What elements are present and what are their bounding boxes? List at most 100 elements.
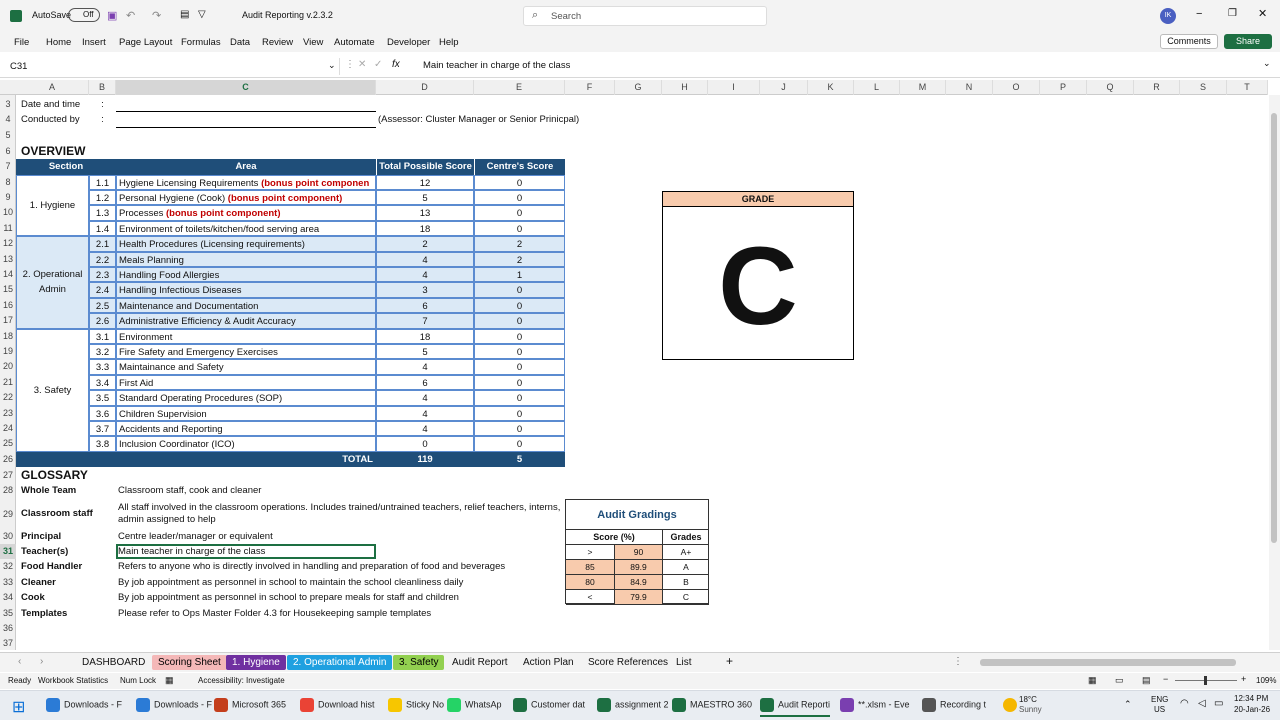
conducted-colon: :: [101, 114, 104, 126]
item-area[interactable]: Hygiene Licensing Requirements (bonus po…: [116, 174, 376, 190]
item-area[interactable]: Administrative Efficiency & Audit Accura…: [116, 313, 376, 329]
app-icon: [672, 698, 686, 712]
bonus-note: (bonus point componen: [261, 177, 370, 189]
item-score[interactable]: 1: [474, 267, 565, 283]
tab-3-safety[interactable]: 3. Safety: [393, 655, 445, 670]
app-icon: [447, 698, 461, 712]
glossary-definition: Please refer to Ops Master Folder 4.3 fo…: [118, 607, 432, 619]
item-score[interactable]: 0: [474, 205, 565, 221]
taskbar-app-label: Recording t: [940, 699, 987, 710]
item-area[interactable]: Inclusion Coordinator (ICO): [116, 436, 376, 452]
item-area[interactable]: Standard Operating Procedures (SOP): [116, 390, 376, 406]
taskbar-app[interactable]: Recording t: [922, 698, 986, 712]
volume-icon[interactable]: ◁: [1198, 698, 1206, 709]
language[interactable]: ENG: [1151, 695, 1168, 704]
item-area[interactable]: Handling Food Allergies: [116, 267, 376, 283]
item-score[interactable]: 0: [474, 344, 565, 360]
page-layout-icon[interactable]: ▭: [1115, 675, 1124, 686]
item-area[interactable]: Maintainance and Safety: [116, 359, 376, 375]
item-score[interactable]: 0: [474, 313, 565, 329]
num-lock: Num Lock: [120, 676, 157, 685]
horizontal-scroll-thumb[interactable]: [980, 659, 1236, 666]
tab-score-references[interactable]: Score References: [582, 655, 674, 670]
taskbar-app[interactable]: Downloads - F: [46, 698, 122, 712]
taskbar-app[interactable]: Download hist: [300, 698, 375, 712]
tab-scoring-sheet[interactable]: Scoring Sheet: [152, 655, 227, 670]
battery-icon[interactable]: ▭: [1214, 698, 1223, 709]
item-score[interactable]: 2: [474, 236, 565, 252]
date-value-cell[interactable]: [116, 97, 376, 113]
item-score[interactable]: 0: [474, 421, 565, 437]
item-area[interactable]: Handling Infectious Diseases: [116, 282, 376, 298]
item-area[interactable]: Environment: [116, 328, 376, 344]
item-total: 6: [376, 374, 474, 391]
item-score[interactable]: 0: [474, 405, 565, 421]
page-break-icon[interactable]: ▤: [1142, 675, 1151, 686]
zoom-in-icon[interactable]: +: [1241, 674, 1246, 684]
windows-start-icon[interactable]: ⊞: [12, 697, 25, 717]
taskbar-app[interactable]: Sticky No: [388, 698, 444, 712]
tab-next-icon[interactable]: ›: [40, 656, 43, 667]
grading-lower: <: [566, 590, 615, 605]
item-score[interactable]: 0: [474, 297, 565, 314]
item-area[interactable]: Fire Safety and Emergency Exercises: [116, 344, 376, 360]
item-area[interactable]: Personal Hygiene (Cook) (bonus point com…: [116, 190, 376, 206]
active-cell-C31[interactable]: [116, 544, 376, 560]
item-score[interactable]: 0: [474, 174, 565, 190]
item-score[interactable]: 0: [474, 220, 565, 237]
taskbar-app[interactable]: MAESTRO 360: [672, 698, 752, 712]
item-score[interactable]: 2: [474, 251, 565, 267]
tab-2-operational-admin[interactable]: 2. Operational Admin: [287, 655, 393, 670]
item-score[interactable]: 0: [474, 328, 565, 344]
tab-dashboard[interactable]: DASHBOARD: [76, 655, 151, 670]
accessibility-status[interactable]: Accessibility: Investigate: [198, 676, 285, 685]
item-score[interactable]: 0: [474, 390, 565, 406]
item-area[interactable]: Accidents and Reporting: [116, 421, 376, 437]
item-area[interactable]: Maintenance and Documentation: [116, 297, 376, 314]
clock-time[interactable]: 12:34 PM: [1234, 694, 1268, 703]
glossary-term: Food Handler: [21, 561, 83, 573]
item-area[interactable]: Environment of toilets/kitchen/food serv…: [116, 220, 376, 237]
tabs-more-icon[interactable]: ⋮: [953, 656, 963, 667]
tab-list[interactable]: List: [670, 655, 698, 670]
clock-date[interactable]: 20-Jan-26: [1234, 705, 1270, 714]
taskbar-app[interactable]: Audit Reporti: [760, 698, 831, 717]
item-score[interactable]: 0: [474, 436, 565, 452]
tab-audit-report[interactable]: Audit Report: [446, 655, 514, 670]
tab-prev-icon[interactable]: ‹: [18, 656, 21, 667]
item-area[interactable]: Meals Planning: [116, 251, 376, 267]
taskbar-app[interactable]: Downloads - F: [136, 698, 212, 712]
item-area[interactable]: First Aid: [116, 374, 376, 391]
gradings-col-grade: Grades: [663, 530, 709, 545]
add-sheet-icon[interactable]: +: [726, 654, 733, 668]
taskbar-app[interactable]: Microsoft 365: [214, 698, 286, 712]
item-score[interactable]: 0: [474, 282, 565, 298]
item-score[interactable]: 0: [474, 374, 565, 391]
item-score[interactable]: 0: [474, 190, 565, 206]
wifi-icon[interactable]: ◠: [1180, 698, 1189, 709]
vertical-scroll-thumb[interactable]: [1271, 113, 1277, 543]
item-area[interactable]: Processes (bonus point component): [116, 205, 376, 221]
taskbar-app[interactable]: **.xlsm - Eve: [840, 698, 910, 712]
glossary-definition: Classroom staff, cook and cleaner: [118, 485, 262, 497]
taskbar-app[interactable]: assignment 2: [597, 698, 669, 712]
zoom-slider-thumb[interactable]: [1204, 676, 1207, 685]
taskbar-app[interactable]: WhatsAp: [447, 698, 502, 712]
item-area[interactable]: Children Supervision: [116, 405, 376, 421]
workbook-stats[interactable]: Workbook Statistics: [38, 676, 108, 685]
tab-action-plan[interactable]: Action Plan: [517, 655, 580, 670]
worksheet-grid[interactable]: Date and time: Conducted by: (Assessor: Cl…: [0, 0, 1268, 650]
tray-chevron-icon[interactable]: ⌃: [1124, 699, 1132, 710]
taskbar-app[interactable]: Customer dat: [513, 698, 585, 712]
normal-view-icon[interactable]: ▦: [1088, 675, 1097, 686]
macro-icon[interactable]: ▦: [165, 675, 174, 686]
zoom-out-icon[interactable]: −: [1163, 674, 1168, 684]
item-area[interactable]: Health Procedures (Licensing requirement…: [116, 236, 376, 252]
region: US: [1154, 705, 1166, 714]
vertical-scrollbar[interactable]: [1269, 95, 1280, 650]
tab-1-hygiene[interactable]: 1. Hygiene: [226, 655, 286, 670]
item-score[interactable]: 0: [474, 359, 565, 375]
zoom-level[interactable]: 109%: [1256, 676, 1276, 685]
conducted-value-cell[interactable]: [116, 112, 376, 128]
grading-grade: C: [663, 590, 709, 605]
